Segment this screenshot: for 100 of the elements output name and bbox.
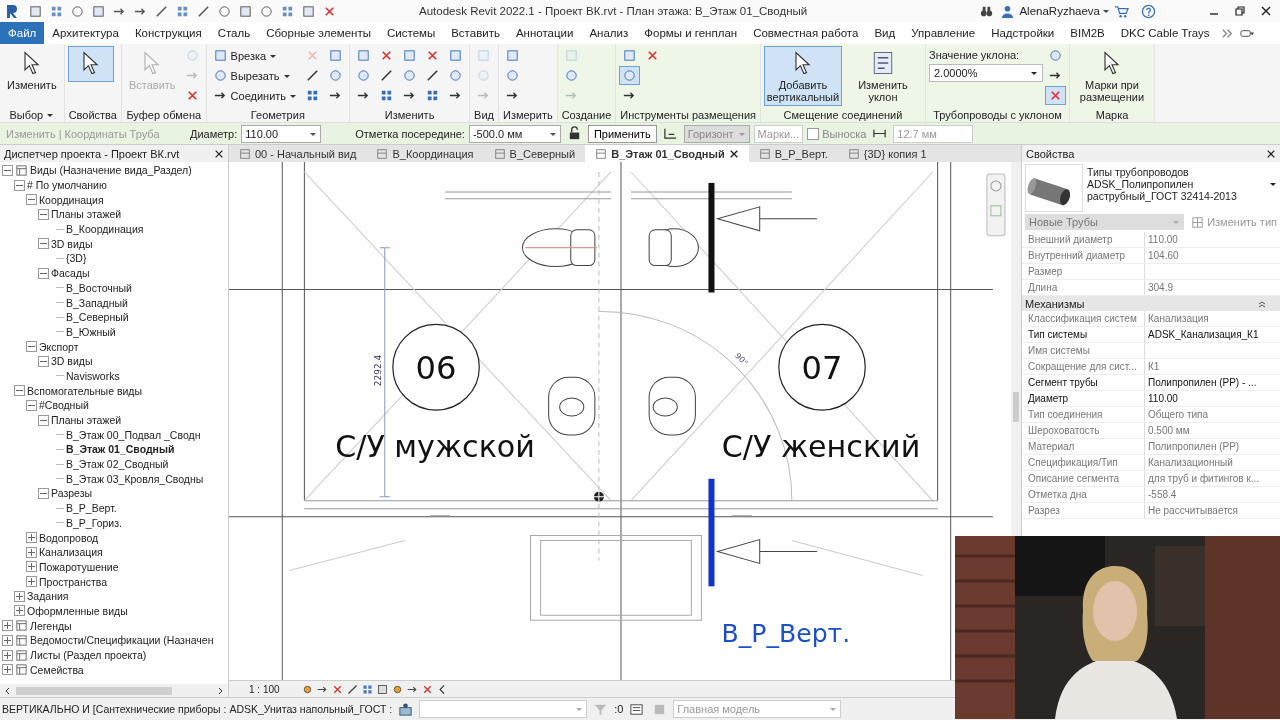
property-value[interactable]: 104.60 <box>1145 250 1179 261</box>
expander-icon[interactable] <box>38 208 49 220</box>
tree-item[interactable]: 3D виды <box>51 355 93 368</box>
square-icon[interactable] <box>28 3 43 19</box>
tree-item[interactable]: Задания <box>27 590 69 603</box>
property-value[interactable]: Общего типа <box>1145 409 1209 420</box>
tree-item[interactable]: В_Западный <box>66 296 128 309</box>
view-tab[interactable]: {3D} копия 1 <box>837 145 937 162</box>
ribbon-tab[interactable]: Совместная работа <box>745 22 867 44</box>
tree-item[interactable]: В_Этаж 03_Кровля_Сводны <box>66 472 204 485</box>
scroll-left-icon[interactable] <box>4 686 12 695</box>
ribbon-button[interactable] <box>67 46 114 82</box>
scrollbar-thumb[interactable] <box>1013 392 1019 422</box>
expander-icon[interactable] <box>14 590 25 602</box>
caret-icon[interactable] <box>1269 180 1277 188</box>
tree-item[interactable]: В_Координация <box>66 223 144 236</box>
instance-filter-dropdown[interactable]: Новые Трубы <box>1025 214 1185 230</box>
expander-icon[interactable] <box>14 605 25 617</box>
tree-item[interactable]: Легенды <box>30 619 72 632</box>
close-icon[interactable] <box>1260 5 1272 17</box>
ribbon-tab[interactable]: Надстройки <box>983 22 1063 44</box>
expander-icon[interactable] <box>38 414 49 426</box>
close-icon[interactable] <box>728 148 739 159</box>
tree-item[interactable]: Координация <box>39 193 104 206</box>
view-tab[interactable]: В_Координация <box>366 145 484 162</box>
expander-icon[interactable] <box>14 179 25 191</box>
square-icon[interactable] <box>301 3 316 19</box>
tree-item[interactable]: Фасады <box>51 267 90 280</box>
ribbon-tab[interactable]: Архитектура <box>44 22 127 44</box>
ribbon-tab[interactable]: Файл <box>0 22 45 44</box>
expander-icon[interactable] <box>2 164 13 176</box>
tree-item[interactable]: В_Р_Верт. <box>66 502 117 515</box>
expander-icon[interactable] <box>38 238 49 250</box>
expander-icon[interactable] <box>38 355 49 367</box>
ribbon-button[interactable]: Марки при размещении <box>1073 46 1151 106</box>
ribbon-tab[interactable]: Вид <box>866 22 904 44</box>
caret-icon[interactable] <box>1102 7 1110 15</box>
tree-item[interactable]: В_Этаж 02_Сводный <box>66 458 169 471</box>
square-icon[interactable] <box>91 3 106 19</box>
collapse-icon[interactable] <box>1258 299 1266 308</box>
property-value[interactable]: 110.00 <box>1145 234 1178 245</box>
ribbon-button[interactable]: Врезка <box>209 46 301 65</box>
help-icon[interactable] <box>1141 3 1156 19</box>
tree-item[interactable]: Вспомогательные виды <box>27 384 143 397</box>
circle-icon[interactable] <box>259 3 274 19</box>
editing-icon[interactable] <box>629 701 645 717</box>
tree-item[interactable]: 3D виды <box>51 237 93 250</box>
tree-item[interactable]: В_Этаж 01_Сводный <box>66 443 175 456</box>
user-name[interactable]: AlenaRyzhaeva <box>1019 5 1100 17</box>
section-marker[interactable] <box>717 206 818 232</box>
expander-icon[interactable] <box>2 664 13 676</box>
tree-item[interactable]: {3D} <box>66 252 87 265</box>
grid-icon[interactable] <box>361 682 374 696</box>
workset-icon[interactable] <box>398 701 414 717</box>
expander-icon[interactable] <box>38 487 49 499</box>
tree-item[interactable]: Ведомости/Спецификации (Назначен <box>30 634 214 647</box>
tree-item[interactable]: # По умолчанию <box>27 179 107 192</box>
property-value[interactable]: Канализация <box>1145 313 1209 324</box>
tree-item[interactable]: Водопровод <box>39 531 99 544</box>
cart-icon[interactable] <box>1114 3 1129 19</box>
scale-label[interactable]: 1 : 100 <box>249 683 299 695</box>
ribbon-tab[interactable]: Конструкция <box>126 22 210 44</box>
tree-item[interactable]: Канализация <box>39 546 103 559</box>
ribbon-tab[interactable]: Сборные элементы <box>258 22 379 44</box>
expander-icon[interactable] <box>26 341 37 353</box>
pipe-riser[interactable] <box>708 478 715 587</box>
ribbon-tab[interactable]: Управление <box>903 22 984 44</box>
circle-icon[interactable] <box>217 3 232 19</box>
room-tag-circle[interactable] <box>778 323 866 411</box>
ribbon-tab[interactable]: Формы и генплан <box>636 22 746 44</box>
tree-item[interactable]: Navisworks <box>66 369 120 382</box>
offset-dropdown[interactable]: -500.0 мм <box>468 124 561 143</box>
tree-item[interactable]: Планы этажей <box>51 208 122 221</box>
square-icon[interactable] <box>376 682 389 696</box>
property-value[interactable]: -558.4 <box>1145 489 1177 500</box>
expander-icon[interactable] <box>26 532 37 544</box>
view-tab[interactable]: 00 - Начальный вид <box>229 145 367 162</box>
pipe-riser[interactable] <box>708 182 715 293</box>
tree-item[interactable]: Семейства <box>30 663 84 676</box>
expander-icon[interactable] <box>14 385 25 397</box>
view-tab[interactable]: В_Этаж 01_Сводный <box>585 145 749 162</box>
tree-item[interactable]: Экспорт <box>39 340 79 353</box>
apply-button[interactable]: Применить <box>587 124 657 143</box>
scrollbar-thumb[interactable] <box>16 686 172 695</box>
view-tab[interactable]: В_Р_Верт. <box>748 145 838 162</box>
close-icon[interactable] <box>214 148 224 159</box>
ribbon-button[interactable]: Вырезать <box>209 66 301 85</box>
property-value[interactable]: для труб и фитингов к... <box>1145 473 1260 484</box>
expander-icon[interactable] <box>38 267 49 279</box>
tree-item[interactable]: Виды (Назначение вида_Раздел) <box>30 164 192 177</box>
slash-icon[interactable] <box>346 682 359 696</box>
user-icon[interactable] <box>1000 3 1016 19</box>
slash-icon[interactable] <box>154 3 169 19</box>
slope-dropdown[interactable]: 2.0000% <box>929 64 1043 82</box>
expander-icon[interactable] <box>26 399 37 411</box>
tree-item[interactable]: Пространства <box>39 575 108 588</box>
ribbon-button[interactable]: Изменить <box>3 46 61 94</box>
tree-item[interactable]: #Сводный <box>39 399 89 412</box>
square-icon[interactable] <box>238 3 253 19</box>
property-value[interactable]: Не рассчитывается <box>1145 505 1238 516</box>
